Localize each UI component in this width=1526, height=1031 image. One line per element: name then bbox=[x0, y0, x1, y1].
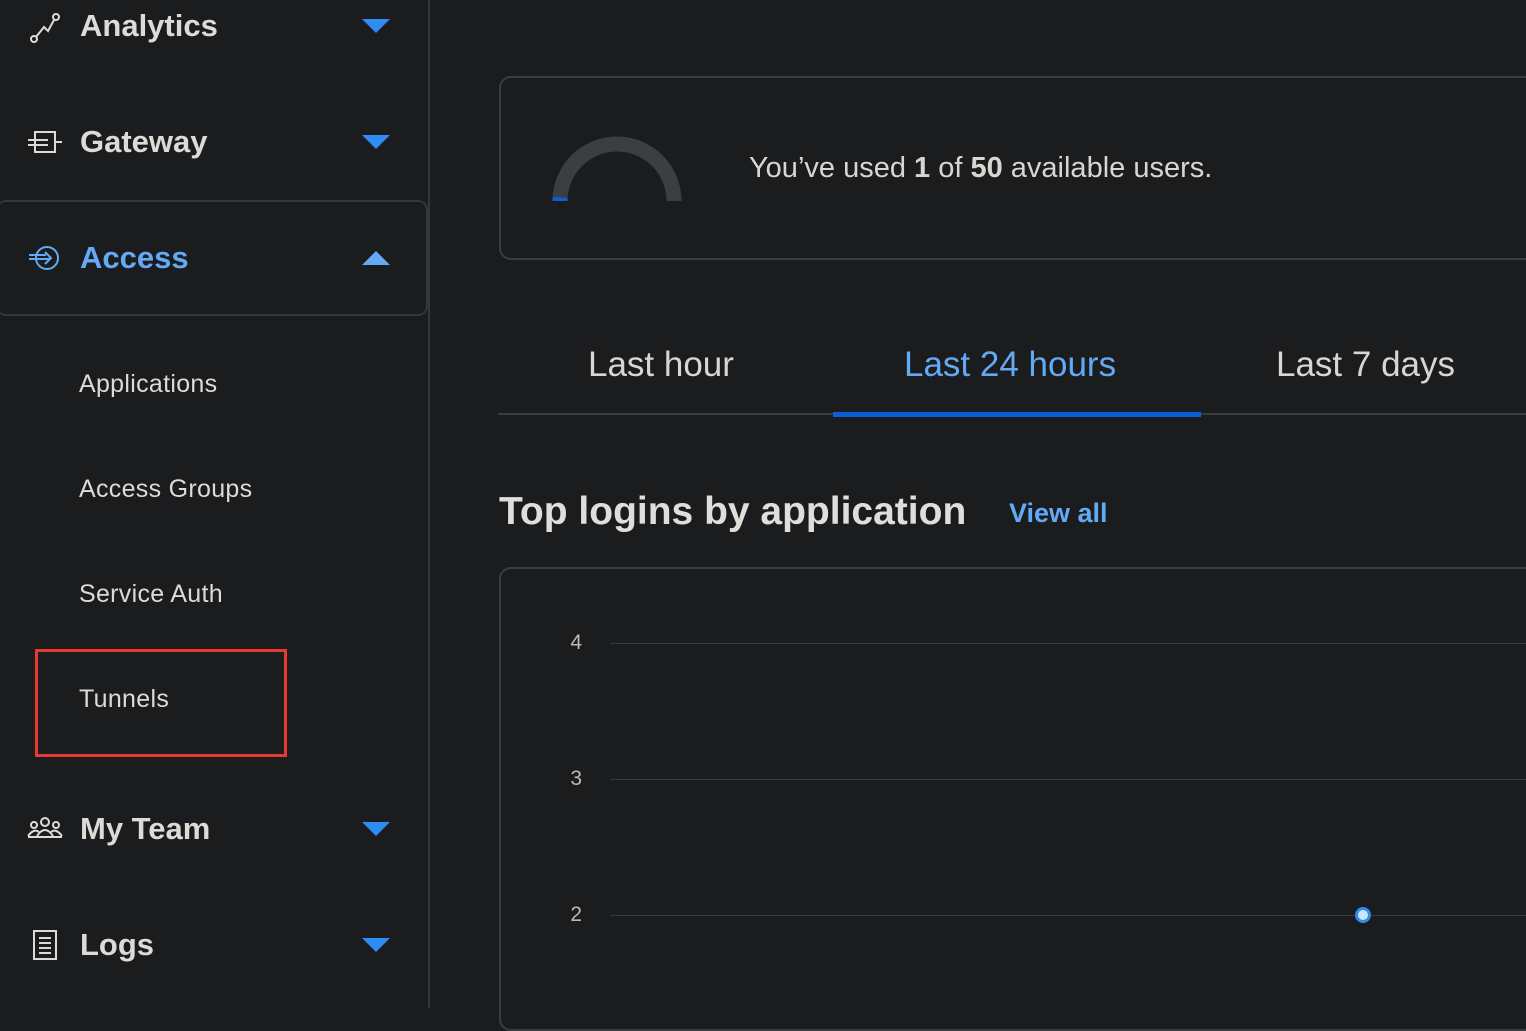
tab-last-hour[interactable]: Last hour bbox=[588, 345, 734, 385]
nav-my-team[interactable]: My Team bbox=[0, 799, 428, 859]
section-title: Top logins by application bbox=[499, 490, 966, 534]
logs-icon bbox=[26, 926, 64, 964]
usage-card: You’ve used 1 of 50 available users. bbox=[499, 76, 1526, 260]
usage-gauge bbox=[547, 128, 687, 208]
chevron-down-icon[interactable] bbox=[362, 135, 390, 149]
tab-last-24-hours[interactable]: Last 24 hours bbox=[904, 345, 1116, 385]
gridline bbox=[610, 915, 1526, 916]
gateway-icon bbox=[26, 123, 64, 161]
nav-logs[interactable]: Logs bbox=[0, 915, 428, 975]
y-tick-label: 3 bbox=[560, 767, 582, 791]
chevron-down-icon[interactable] bbox=[362, 19, 390, 33]
gridline bbox=[610, 779, 1526, 780]
nav-label: My Team bbox=[80, 811, 210, 847]
access-icon bbox=[26, 239, 64, 277]
usage-text: You’ve used 1 of 50 available users. bbox=[749, 152, 1212, 185]
highlight-box bbox=[35, 649, 287, 757]
nav-label: Gateway bbox=[80, 124, 208, 160]
tab-last-7-days[interactable]: Last 7 days bbox=[1276, 345, 1455, 385]
chevron-down-icon[interactable] bbox=[362, 938, 390, 952]
y-tick-label: 2 bbox=[560, 903, 582, 927]
sidebar: Analytics Gateway Access Applications Ac… bbox=[0, 0, 430, 1008]
nav-gateway[interactable]: Gateway bbox=[0, 112, 428, 172]
nav-label: Logs bbox=[80, 927, 154, 963]
nav-access[interactable]: Access bbox=[0, 228, 428, 288]
nav-label: Analytics bbox=[80, 8, 218, 44]
nav-label: Access bbox=[80, 240, 189, 276]
nav-service-auth[interactable]: Service Auth bbox=[79, 580, 223, 609]
chevron-up-icon[interactable] bbox=[362, 251, 390, 265]
nav-applications[interactable]: Applications bbox=[79, 370, 217, 399]
view-all-link[interactable]: View all bbox=[1009, 498, 1108, 529]
active-tab-indicator bbox=[833, 412, 1201, 417]
y-tick-label: 4 bbox=[560, 631, 582, 655]
nav-access-groups[interactable]: Access Groups bbox=[79, 475, 252, 504]
gridline bbox=[610, 643, 1526, 644]
chevron-down-icon[interactable] bbox=[362, 822, 390, 836]
chart-card bbox=[499, 567, 1526, 1031]
data-point[interactable] bbox=[1355, 907, 1371, 923]
team-icon bbox=[26, 810, 64, 848]
nav-analytics[interactable]: Analytics bbox=[0, 0, 428, 56]
analytics-icon bbox=[26, 7, 64, 45]
